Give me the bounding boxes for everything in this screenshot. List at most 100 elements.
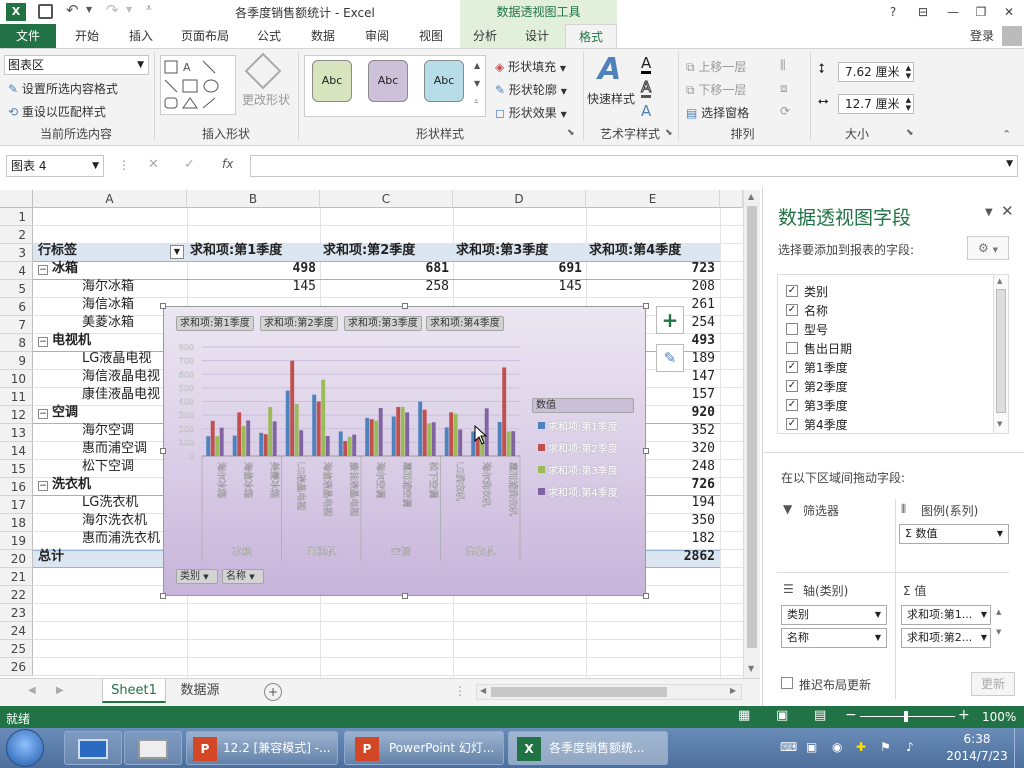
pane-close-icon[interactable]: ✕ — [1001, 202, 1014, 220]
chart-bar[interactable] — [352, 434, 357, 456]
field-name[interactable]: 名称 — [804, 302, 828, 319]
page-layout-view-icon[interactable]: ▣ — [776, 708, 788, 723]
clock-time[interactable]: 6:38 — [952, 732, 1002, 746]
tray-security-icon[interactable]: ✚ — [856, 740, 866, 754]
axis-field-name[interactable]: 名称 ▼ — [781, 628, 887, 648]
show-desktop-button[interactable] — [1014, 728, 1024, 768]
chart-bar[interactable] — [400, 406, 405, 456]
cancel-icon[interactable]: ✕ — [148, 157, 159, 172]
next-sheet-icon[interactable]: ▶ — [56, 685, 64, 696]
scroll-thumb[interactable] — [491, 687, 667, 697]
row-header[interactable]: 24 — [0, 622, 33, 640]
name-box[interactable]: 图表 4 ▼ — [6, 155, 104, 177]
taskbar-desktop-icon[interactable] — [64, 731, 122, 765]
chart-bar[interactable] — [444, 427, 449, 456]
send-backward-button[interactable]: ⧉ 下移一层 — [686, 81, 746, 98]
field-checkbox[interactable]: ✓ — [786, 285, 798, 297]
row-header[interactable]: 4 — [0, 262, 33, 280]
change-shape-label[interactable]: 更改形状 — [242, 91, 290, 108]
chart-bar[interactable] — [294, 404, 299, 456]
chart-bar[interactable] — [497, 421, 502, 456]
row-header[interactable]: 19 — [0, 532, 33, 550]
field-checkbox[interactable]: ✓ — [786, 361, 798, 373]
row-labels-header[interactable]: 行标签 — [38, 242, 168, 260]
horizontal-scrollbar[interactable]: ◀ ▶ — [476, 684, 742, 700]
chart-bar[interactable] — [237, 412, 242, 456]
chart-elements-button[interactable]: + — [656, 306, 684, 334]
chart-bar[interactable] — [502, 367, 507, 456]
chart-bar[interactable] — [391, 416, 396, 456]
tray-monitor-icon[interactable]: ▣ — [806, 740, 817, 754]
value-field-q1[interactable]: 求和项:第1... ▼ — [901, 605, 991, 625]
row-header[interactable]: 9 — [0, 352, 33, 370]
value-cell[interactable]: 145 — [456, 278, 582, 296]
tab-split-icon[interactable]: ⋮ — [454, 684, 466, 698]
tab-data[interactable]: 数据 — [300, 24, 346, 48]
scroll-thumb[interactable] — [996, 289, 1006, 413]
row-header[interactable]: 23 — [0, 604, 33, 622]
collapse-group-icon[interactable]: − — [38, 409, 48, 419]
sheet-tab-data-source[interactable]: 数据源 — [170, 679, 230, 703]
reset-style-button[interactable]: ⟲ 重设以匹配样式 — [8, 103, 106, 120]
prev-sheet-icon[interactable]: ◀ — [28, 685, 36, 696]
row-header[interactable]: 16 — [0, 478, 33, 496]
formula-bar-more-icon[interactable]: ⋮ — [118, 158, 130, 172]
value-field-q2[interactable]: 求和项:第2... ▼ — [901, 628, 991, 648]
group-row-label[interactable]: 冰箱 — [52, 260, 172, 278]
value-cell[interactable]: 723 — [589, 260, 715, 278]
row-header[interactable]: 3 — [0, 244, 33, 262]
taskbar-item-ppt1[interactable]: P 12.2 [兼容模式] -... — [186, 731, 338, 765]
row-header[interactable]: 7 — [0, 316, 33, 334]
column-header-d[interactable]: D — [453, 190, 586, 208]
taskbar-item-ppt2[interactable]: P PowerPoint 幻灯... — [344, 731, 504, 765]
pivot-chart[interactable]: 0 100 200 300 400 500 600 700 800 海尔冰箱 海信冰箱 美菱冰箱 LG液… — [163, 306, 646, 596]
selection-pane-button[interactable]: ▤ 选择窗格 — [686, 104, 749, 121]
field-checkbox[interactable]: ✓ — [786, 304, 798, 316]
width-input[interactable]: 12.7 厘米 ▲ ▼ — [838, 94, 914, 114]
chart-bar[interactable] — [369, 419, 374, 456]
text-fill-icon[interactable]: A — [641, 55, 652, 74]
chart-bar[interactable] — [506, 431, 511, 456]
chart-bar[interactable] — [449, 412, 454, 456]
row-header[interactable]: 20 — [0, 550, 33, 568]
tray-network-icon[interactable]: ◉ — [832, 740, 842, 754]
scroll-up-icon[interactable]: ▲ — [748, 192, 754, 201]
q4-header[interactable]: 求和项:第4季度 — [589, 242, 719, 260]
value-cell[interactable]: 145 — [190, 278, 316, 296]
legend-entry[interactable]: 求和项:第1季度 — [548, 418, 618, 433]
resize-handle[interactable] — [643, 303, 649, 309]
bring-forward-button[interactable]: ⧉ 上移一层 — [686, 58, 746, 75]
row-header[interactable]: 1 — [0, 208, 33, 226]
dialog-launcher-icon[interactable]: ⬊ — [567, 128, 575, 138]
collapse-group-icon[interactable]: − — [38, 481, 48, 491]
height-input[interactable]: 7.62 厘米 ▲ ▼ — [838, 62, 914, 82]
tab-review[interactable]: 审阅 — [354, 24, 400, 48]
spinner-icon[interactable]: ▲ ▼ — [906, 64, 911, 80]
formula-input[interactable]: ▼ — [250, 155, 1018, 177]
field-checkbox[interactable]: ✓ — [786, 399, 798, 411]
row-header[interactable]: 12 — [0, 406, 33, 424]
chart-bar[interactable] — [378, 408, 383, 456]
axis-field-category[interactable]: 类别 ▼ — [781, 605, 887, 625]
field-name[interactable]: 第3季度 — [804, 397, 848, 414]
tray-volume-icon[interactable]: ♪ — [906, 740, 914, 754]
row-header[interactable]: 10 — [0, 370, 33, 388]
column-header-f[interactable] — [720, 190, 743, 208]
tab-page-layout[interactable]: 页面布局 — [172, 24, 238, 48]
chart-bar[interactable] — [422, 409, 427, 456]
zoom-in-icon[interactable]: + — [958, 707, 970, 723]
field-checkbox[interactable] — [786, 342, 798, 354]
q3-header[interactable]: 求和项:第3季度 — [456, 242, 586, 260]
page-break-view-icon[interactable]: ▤ — [814, 708, 826, 723]
normal-view-icon[interactable]: ▦ — [738, 708, 750, 723]
chart-bar[interactable] — [343, 441, 348, 456]
dialog-launcher-icon[interactable]: ⬊ — [906, 128, 914, 138]
chart-bar[interactable] — [458, 429, 463, 456]
legend-entry[interactable]: 求和项:第3季度 — [548, 462, 618, 477]
resize-handle[interactable] — [401, 303, 408, 309]
row-header[interactable]: 25 — [0, 640, 33, 658]
chart-bar[interactable] — [418, 401, 423, 457]
ribbon-display-button[interactable]: ⊟ — [912, 2, 934, 22]
enter-icon[interactable]: ✓ — [184, 157, 195, 172]
scroll-down-icon[interactable]: ▼ — [748, 664, 754, 673]
